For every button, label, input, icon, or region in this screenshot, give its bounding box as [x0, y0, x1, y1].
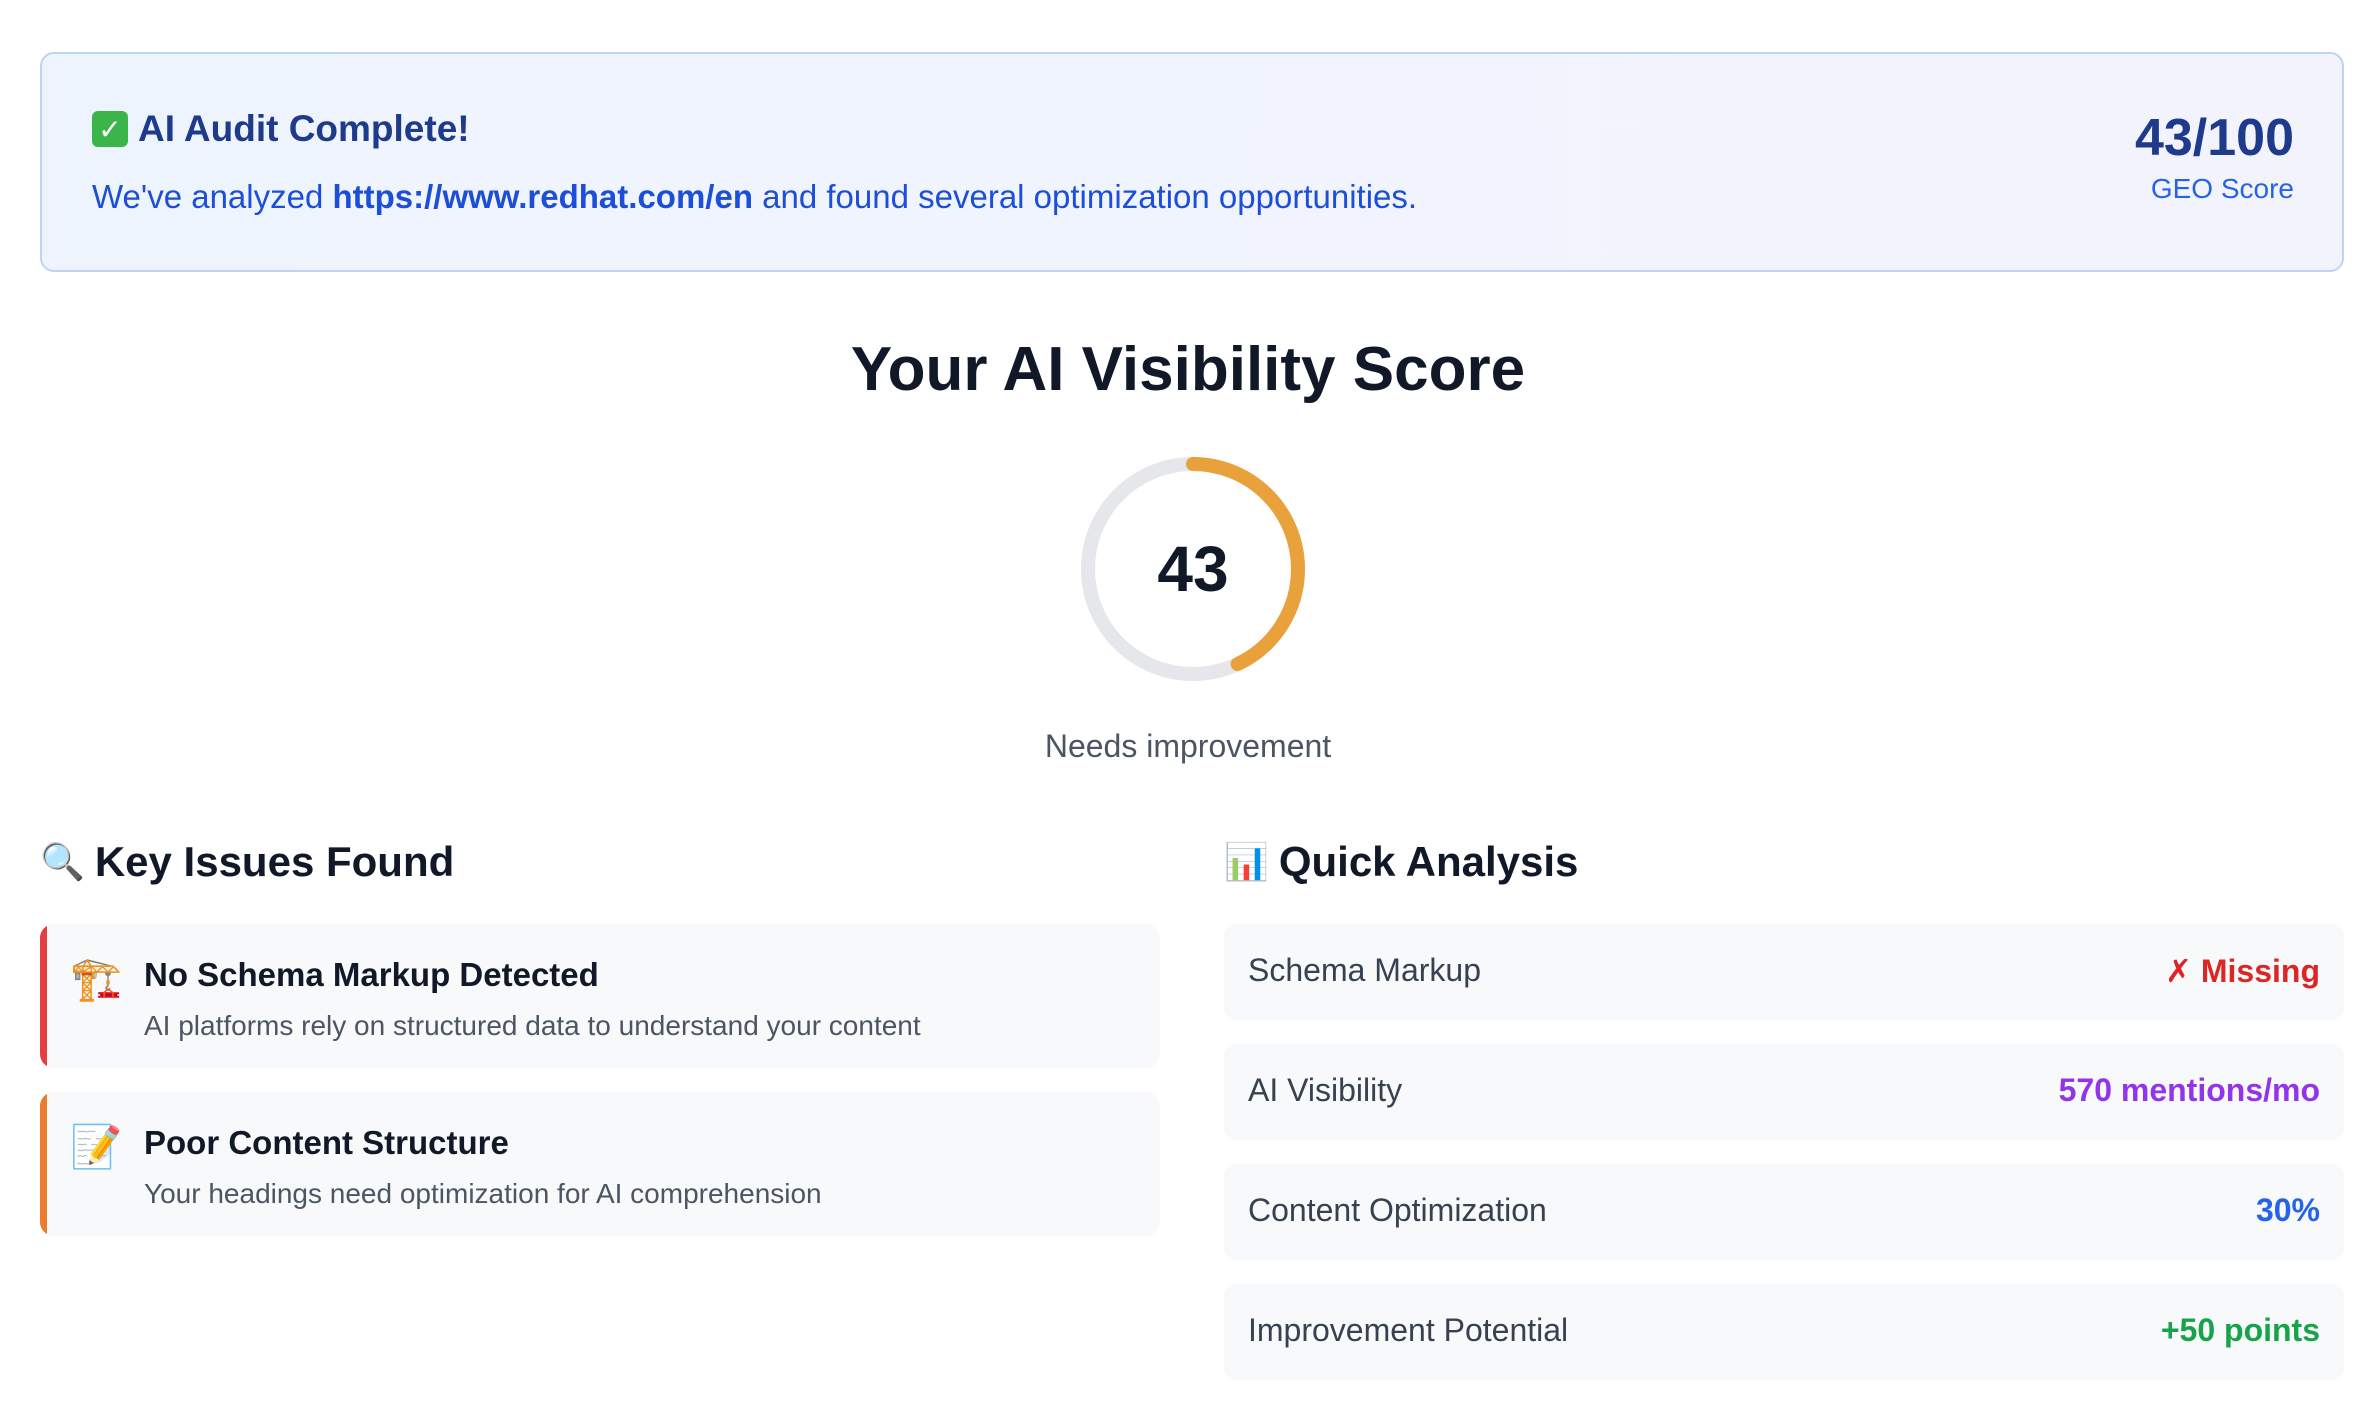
banner-text-prefix: We've analyzed — [92, 178, 333, 215]
analysis-row-content-optimization: Content Optimization 30% — [1224, 1164, 2344, 1260]
issue-title: No Schema Markup Detected — [144, 956, 599, 993]
geo-score-summary: 43/100 GEO Score — [2134, 109, 2294, 205]
banner-text-suffix: and found several optimization opportuni… — [752, 178, 1418, 215]
geo-score-label: GEO Score — [2150, 173, 2294, 205]
issue-title: Poor Content Structure — [144, 1124, 509, 1161]
analysis-value: +50 points — [2160, 1312, 2320, 1348]
issue-card: 📝 Poor Content Structure Your headings n… — [40, 1092, 1160, 1236]
analysis-label: Schema Markup — [1248, 952, 1481, 988]
issue-description: Your headings need optimization for AI c… — [144, 1178, 822, 1209]
issue-description: AI platforms rely on structured data to … — [144, 1010, 921, 1041]
analysis-label: Improvement Potential — [1248, 1312, 1569, 1348]
analyzed-url-link[interactable]: https://www.redhat.com/en — [333, 178, 753, 215]
analysis-value: 30% — [2255, 1192, 2320, 1228]
analysis-row-improvement-potential: Improvement Potential +50 points — [1224, 1284, 2344, 1380]
analysis-label: AI Visibility — [1248, 1072, 1403, 1108]
audit-complete-banner: ✓ AI Audit Complete! We've analyzed http… — [40, 52, 2344, 272]
quick-analysis-heading-text: Quick Analysis — [1278, 838, 1579, 885]
score-status: Needs improvement — [1044, 728, 1332, 764]
check-mark-icon: ✓ — [92, 111, 128, 147]
issue-accent-bar — [40, 1092, 47, 1236]
magnifying-glass-icon: 🔍 — [40, 841, 85, 882]
construction-crane-icon: 🏗️ — [70, 955, 123, 1002]
memo-icon: 📝 — [70, 1123, 123, 1170]
score-ring-number: 43 — [1157, 533, 1229, 605]
issue-card: 🏗️ No Schema Markup Detected AI platform… — [40, 924, 1160, 1068]
banner-title: ✓ AI Audit Complete! — [92, 108, 470, 150]
banner-message: We've analyzed https://www.redhat.com/en… — [92, 178, 1417, 216]
quick-analysis-heading: 📊 Quick Analysis — [1224, 838, 1578, 886]
analysis-row-ai-visibility: AI Visibility 570 mentions/mo — [1224, 1044, 2344, 1140]
geo-score-value: 43/100 — [2134, 109, 2294, 167]
analysis-value: 570 mentions/mo — [2058, 1072, 2320, 1108]
analysis-label: Content Optimization — [1248, 1192, 1547, 1228]
issue-accent-bar — [40, 924, 47, 1068]
banner-title-text: AI Audit Complete! — [138, 108, 470, 149]
bar-chart-icon: 📊 — [1224, 841, 1269, 882]
analysis-value: ✗ Missing — [2165, 953, 2320, 989]
key-issues-heading-text: Key Issues Found — [94, 838, 455, 885]
key-issues-heading: 🔍 Key Issues Found — [40, 838, 454, 886]
analysis-row-schema-markup: Schema Markup ✗ Missing — [1224, 924, 2344, 1020]
visibility-score-title: Your AI Visibility Score — [850, 335, 1526, 404]
